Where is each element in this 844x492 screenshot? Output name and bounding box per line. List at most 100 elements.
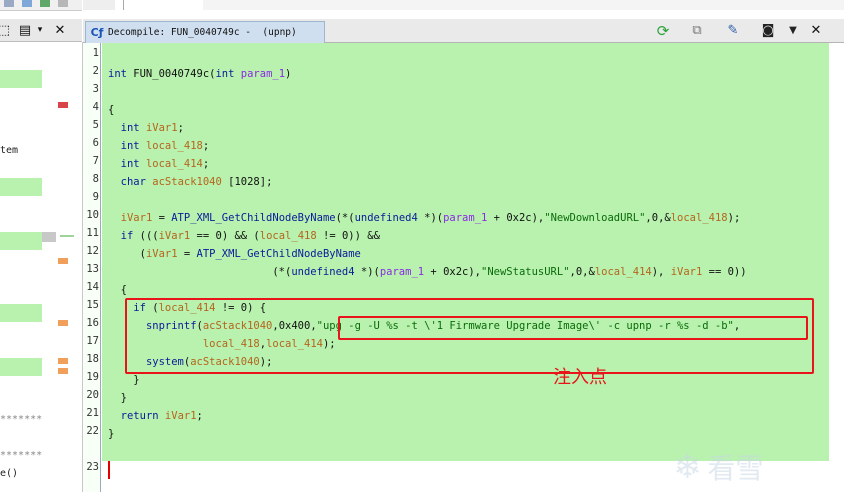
panel-top-strip: [83, 0, 844, 19]
gutter-marker[interactable]: [58, 358, 68, 364]
line-number: 19: [86, 371, 99, 383]
listing-highlight-row: [0, 358, 42, 376]
toolbar-icon-4[interactable]: [58, 0, 68, 7]
code-token: ;: [202, 140, 210, 152]
line-number-gutter: 1 2 3 4 5 6 7 8 9 10 11 12 13 14 15 16 1…: [83, 43, 101, 492]
line-number: 22: [86, 425, 99, 437]
line-number: 13: [86, 263, 99, 275]
code-line[interactable]: int local_418;: [108, 137, 210, 155]
function-name: ATP_XML_GetChildNodeByName: [196, 248, 361, 260]
string-literal: "NewDownloadURL": [544, 212, 646, 224]
code-token: );: [727, 212, 741, 224]
highlight-box-format-string: [338, 316, 808, 340]
line-number: 11: [86, 227, 99, 239]
line-number: 7: [92, 155, 99, 167]
listing-close-icon[interactable]: ✕: [52, 22, 68, 38]
toolbar-icon-1[interactable]: [4, 0, 14, 7]
code-token: != 0)) &&: [316, 230, 380, 242]
variable-token: iVar1: [158, 230, 191, 242]
code-line[interactable]: int iVar1;: [108, 119, 184, 137]
listing-fragment-text: *******: [0, 414, 42, 425]
code-line[interactable]: char acStack1040 [1028];: [108, 173, 273, 191]
code-token: ;: [202, 158, 210, 170]
snowflake-icon: ❄: [673, 447, 702, 487]
line-number: 9: [92, 191, 99, 203]
dropdown-icon[interactable]: ▾: [34, 22, 46, 38]
code-line[interactable]: if (((iVar1 == 0) && (local_418 != 0)) &…: [108, 227, 380, 245]
code-line[interactable]: return iVar1;: [108, 407, 203, 425]
code-line[interactable]: int FUN_0040749c(int param_1): [108, 65, 291, 83]
code-line[interactable]: }: [108, 425, 114, 443]
options-icon[interactable]: ▤: [18, 22, 32, 38]
gutter-scroll-thumb[interactable]: [42, 232, 56, 242]
variable-token: local_418: [670, 212, 728, 224]
variable-token: local_414: [594, 266, 652, 278]
gutter-marker[interactable]: [58, 320, 68, 326]
variable-token: local_418: [259, 230, 317, 242]
code-token: }: [108, 392, 127, 404]
keyword-token: undefined4: [354, 212, 418, 224]
scroll-arrow-icon[interactable]: ⬚: [0, 22, 10, 38]
code-token: == 0)): [702, 266, 747, 278]
line-number: 21: [86, 407, 99, 419]
code-line[interactable]: }: [108, 389, 127, 407]
keyword-token: int: [120, 158, 140, 170]
listing-highlight-row: [0, 178, 42, 196]
code-token: *)(: [354, 266, 380, 278]
code-line[interactable]: iVar1 = ATP_XML_GetChildNodeByName(*(und…: [108, 209, 741, 227]
line-number: 5: [92, 119, 99, 131]
code-line[interactable]: {: [108, 101, 114, 119]
code-token: ): [285, 68, 292, 80]
toolbar-icon-2[interactable]: [22, 0, 32, 7]
code-line[interactable]: (*(undefined4 *)(param_1 + 0x2c),"NewSta…: [108, 263, 747, 281]
line-number: 15: [86, 299, 99, 311]
line-number: 6: [92, 137, 99, 149]
edit-icon[interactable]: ✎: [724, 22, 742, 39]
listing-header: ⬚ ▤ ▾ ✕: [0, 19, 82, 42]
gutter-marker[interactable]: [58, 102, 68, 108]
line-number: 12: [86, 245, 99, 257]
code-token: (((: [133, 230, 159, 242]
code-area[interactable]: 1 2 3 4 5 6 7 8 9 10 11 12 13 14 15 16 1…: [83, 43, 844, 492]
copy-icon[interactable]: ⧉: [688, 22, 706, 39]
code-line[interactable]: {: [108, 281, 127, 299]
listing-fragment-text: *******: [0, 450, 42, 461]
close-icon[interactable]: ✕: [807, 22, 825, 39]
line-number: 8: [92, 173, 99, 185]
code-token: =: [152, 212, 172, 224]
keyword-token: if: [120, 230, 134, 242]
code-token: FUN_0040749c(: [126, 68, 216, 80]
parameter-token: param_1: [240, 68, 286, 80]
variable-token: iVar1: [670, 266, 703, 278]
listing-fragment-text: tem: [0, 145, 19, 156]
code-token: }: [108, 374, 140, 386]
code-token: + 0x2c),: [424, 266, 482, 278]
listing-highlight-row: [0, 70, 42, 88]
gutter-marker[interactable]: [58, 258, 68, 264]
decompile-tab[interactable]: Cƒ Decompile: FUN_0040749c - (upnp): [85, 21, 325, 43]
refresh-icon[interactable]: ⟳: [654, 22, 672, 40]
line-number: 17: [86, 335, 99, 347]
string-literal: "NewStatusURL": [481, 266, 570, 278]
toolbar-fragment: [83, 0, 115, 10]
variable-token: local_414: [145, 158, 203, 170]
gutter-marker[interactable]: [58, 368, 68, 374]
toolbar-separator: [123, 0, 124, 10]
snapshot-icon[interactable]: ◙: [759, 22, 777, 39]
code-token: + 0x2c),: [487, 212, 545, 224]
function-name: ATP_XML_GetChildNodeByName: [171, 212, 336, 224]
line-number: 10: [86, 209, 99, 221]
decompiler-icon: Cƒ: [90, 26, 104, 39]
code-line[interactable]: (iVar1 = ATP_XML_GetChildNodeByName: [108, 245, 361, 263]
menu-dropdown-icon[interactable]: ▼: [784, 22, 802, 39]
code-line[interactable]: int local_414;: [108, 155, 210, 173]
code-token: (: [108, 248, 146, 260]
line-number: 20: [86, 389, 99, 401]
code-token: *)(: [417, 212, 444, 224]
overview-gutter[interactable]: [42, 42, 83, 492]
vertical-scrollbar[interactable]: [829, 43, 844, 492]
toolbar-icon-3[interactable]: [40, 0, 50, 7]
